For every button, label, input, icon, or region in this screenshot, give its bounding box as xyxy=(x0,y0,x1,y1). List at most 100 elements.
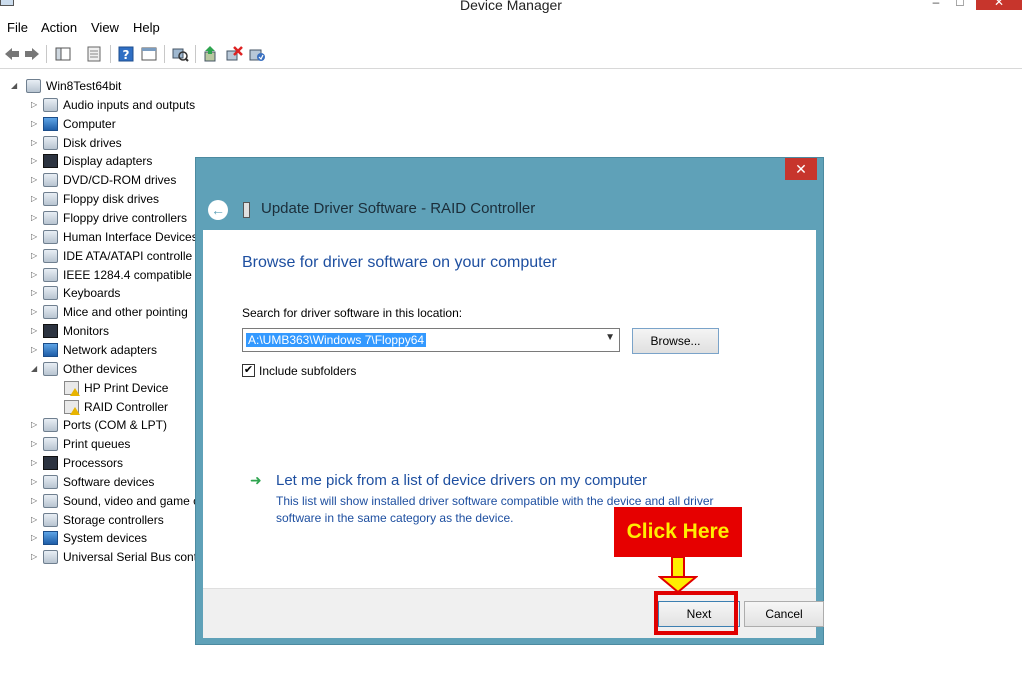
tree-item-label: Processors xyxy=(63,456,124,470)
printer-icon xyxy=(43,437,58,452)
printer-icon xyxy=(43,267,58,282)
tree-item-label: Network adapters xyxy=(63,342,158,357)
tree-item-label: Storage controllers xyxy=(63,512,164,527)
menu-action[interactable]: Action xyxy=(41,20,77,35)
driver-path-combobox[interactable]: A:\UMB363\Windows 7\Floppy64 ▼ xyxy=(242,328,620,352)
expand-arrow-icon[interactable]: ▷ xyxy=(31,325,41,337)
window-panel-icon[interactable] xyxy=(140,45,158,63)
pick-from-list-link[interactable]: Let me pick from a list of device driver… xyxy=(276,472,647,489)
monitor-icon xyxy=(43,324,58,339)
expand-arrow-icon[interactable]: ▷ xyxy=(31,155,41,167)
expand-arrow-icon[interactable]: ▷ xyxy=(31,99,41,111)
dialog-header: ← Update Driver Software - RAID Controll… xyxy=(196,192,825,228)
show-hide-console-tree-icon[interactable] xyxy=(54,45,72,63)
tree-item[interactable]: ▷ Audio inputs and outputs xyxy=(31,97,231,115)
toolbar-separator xyxy=(110,45,111,63)
minimize-button[interactable]: – xyxy=(928,0,944,10)
help-icon[interactable]: ? xyxy=(117,45,135,63)
include-subfolders-label[interactable]: Include subfolders xyxy=(259,364,356,378)
tree-item-label: Keyboards xyxy=(63,286,121,301)
tree-item-label: Other devices xyxy=(63,361,138,376)
tree-item-label: System devices xyxy=(63,531,148,546)
expand-arrow-icon[interactable]: ▷ xyxy=(31,476,41,488)
scan-hardware-changes-icon[interactable] xyxy=(171,45,189,63)
expand-arrow-icon[interactable]: ▷ xyxy=(31,137,41,149)
device-tree: ◢ Win8Test64bit ▷ Audio inputs and output… xyxy=(0,76,202,576)
maximize-button[interactable]: □ xyxy=(952,0,968,10)
back-arrow-icon[interactable] xyxy=(3,45,21,63)
chevron-down-icon[interactable]: ▼ xyxy=(605,332,615,343)
forward-arrow-icon[interactable] xyxy=(23,45,41,63)
tree-item[interactable]: ▷ Disk drives xyxy=(31,135,231,153)
menu-help[interactable]: Help xyxy=(133,20,160,35)
raid-device-icon xyxy=(243,202,250,218)
next-highlight-box xyxy=(654,591,738,635)
warning-badge-icon xyxy=(70,406,80,415)
expand-arrow-icon[interactable]: ▷ xyxy=(31,344,41,356)
expand-arrow-icon[interactable]: ▷ xyxy=(31,269,41,281)
tree-item[interactable]: ▷ Computer xyxy=(31,116,231,134)
tree-item-label: Monitors xyxy=(63,324,110,339)
tree-item-label: Computer xyxy=(63,116,116,131)
tree-item-label: Software devices xyxy=(63,474,155,489)
tree-item-label: Floppy drive controllers xyxy=(63,211,188,225)
expand-arrow-icon[interactable]: ▷ xyxy=(31,212,41,224)
cancel-button[interactable]: Cancel xyxy=(744,601,824,627)
expand-arrow-icon[interactable]: ▷ xyxy=(31,306,41,318)
tree-item-label: Print queues xyxy=(63,437,131,452)
update-driver-icon[interactable] xyxy=(202,45,220,63)
dialog-heading: Browse for driver software on your compu… xyxy=(242,254,557,271)
floppy-controller-icon xyxy=(43,211,58,225)
display-adapter-icon xyxy=(43,154,58,169)
hid-icon xyxy=(43,229,58,244)
warning-badge-icon xyxy=(70,387,80,396)
tree-item-label: DVD/CD-ROM drives xyxy=(63,173,177,188)
processor-icon xyxy=(43,456,58,470)
back-arrow-icon[interactable]: ← xyxy=(208,200,228,220)
dialog-close-button[interactable]: ✕ xyxy=(785,158,817,180)
toolbar-separator xyxy=(195,45,196,63)
tree-root[interactable]: ◢ Win8Test64bit xyxy=(11,78,211,96)
menu-bar: File Action View Help xyxy=(0,17,1022,39)
expand-arrow-icon[interactable]: ▷ xyxy=(31,250,41,262)
expand-arrow-icon[interactable]: ▷ xyxy=(31,174,41,186)
tree-item-label: IEEE 1284.4 compatible p xyxy=(63,267,202,282)
expand-arrow-icon[interactable]: ▷ xyxy=(31,514,41,526)
expand-arrow-icon[interactable]: ▷ xyxy=(31,118,41,130)
network-icon xyxy=(43,342,58,357)
include-subfolders-checkbox[interactable]: ✔ xyxy=(242,364,255,377)
tree-item-label: Audio inputs and outputs xyxy=(63,97,196,112)
search-location-label: Search for driver software in this locat… xyxy=(242,306,463,320)
menu-file[interactable]: File xyxy=(7,20,28,35)
expand-arrow-icon[interactable]: ▷ xyxy=(31,551,41,563)
expand-arrow-icon[interactable]: ▷ xyxy=(31,419,41,431)
expand-arrow-icon[interactable]: ▷ xyxy=(31,193,41,205)
other-devices-icon xyxy=(43,361,58,376)
expand-arrow-icon[interactable]: ▷ xyxy=(31,231,41,243)
close-button[interactable]: ✕ xyxy=(976,0,1022,10)
uninstall-device-icon[interactable] xyxy=(225,45,243,63)
expand-arrow-icon[interactable]: ▷ xyxy=(31,495,41,507)
usb-icon xyxy=(43,550,58,565)
menu-view[interactable]: View xyxy=(91,20,119,35)
expand-arrow-icon[interactable]: ▷ xyxy=(31,438,41,450)
speaker-icon xyxy=(43,493,58,508)
dialog-title: Update Driver Software - RAID Controller xyxy=(261,200,536,217)
toolbar: ? xyxy=(0,39,1022,69)
ide-controller-icon xyxy=(43,248,58,263)
driver-path-value[interactable]: A:\UMB363\Windows 7\Floppy64 xyxy=(246,333,427,347)
properties-sheet-icon[interactable] xyxy=(85,45,103,63)
storage-icon xyxy=(43,512,58,527)
speaker-icon xyxy=(43,97,58,112)
collapse-arrow-icon[interactable]: ◢ xyxy=(11,80,21,92)
title-bar: Device Manager – □ ✕ xyxy=(0,0,1022,16)
expand-arrow-icon[interactable]: ▷ xyxy=(31,287,41,299)
expand-arrow-icon[interactable]: ▷ xyxy=(31,532,41,544)
collapse-arrow-icon[interactable]: ◢ xyxy=(31,363,41,375)
tree-item-label: Sound, video and game c xyxy=(63,493,200,508)
expand-arrow-icon[interactable]: ▷ xyxy=(31,457,41,469)
browse-button[interactable]: Browse... xyxy=(632,328,719,354)
enable-device-icon[interactable] xyxy=(248,45,266,63)
update-driver-dialog: ✕ ← Update Driver Software - RAID Contro… xyxy=(195,157,824,645)
tree-root-label: Win8Test64bit xyxy=(46,79,122,93)
